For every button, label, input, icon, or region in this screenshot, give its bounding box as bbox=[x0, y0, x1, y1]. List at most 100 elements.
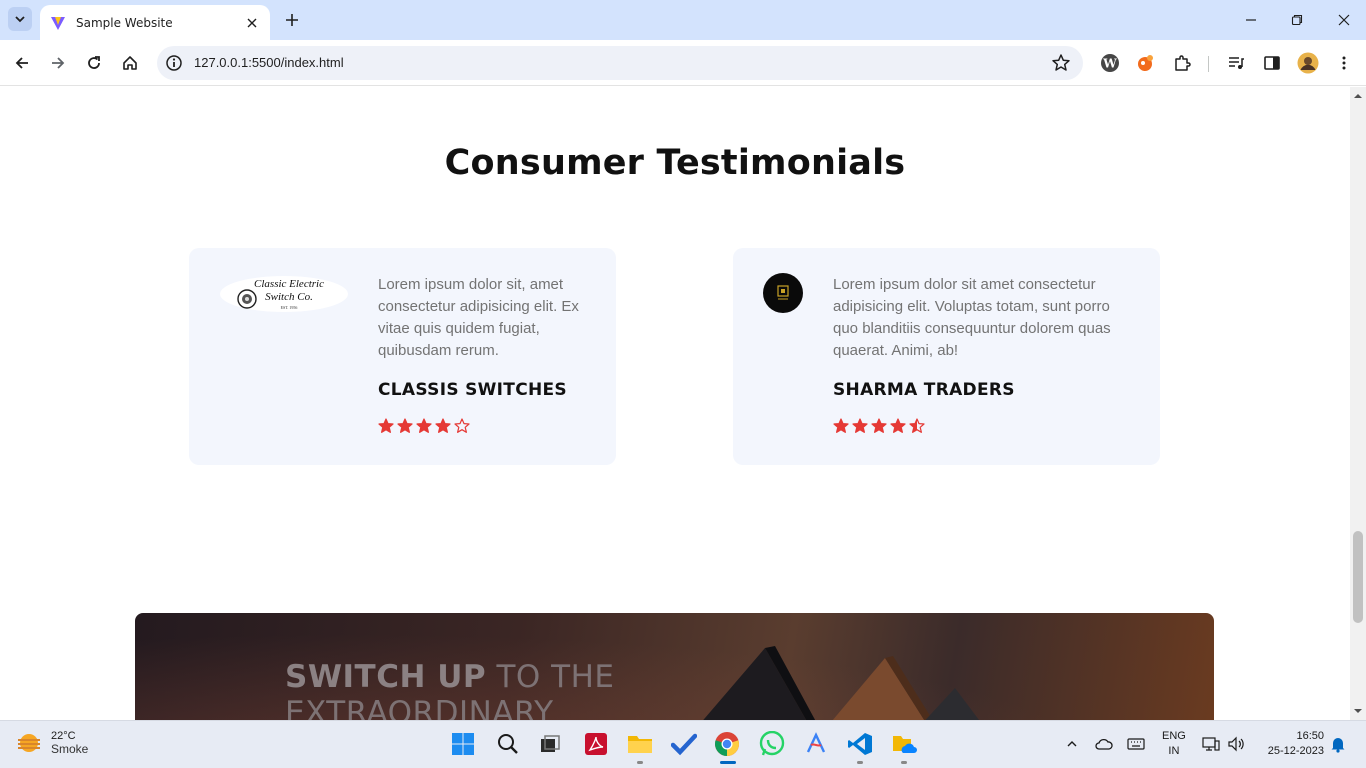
weather-description: Smoke bbox=[51, 742, 89, 756]
network-tray[interactable] bbox=[1202, 735, 1220, 753]
logo-text-line1: Classic Electric bbox=[254, 278, 324, 290]
browser-menu-button[interactable] bbox=[1332, 51, 1356, 75]
new-tab-button[interactable] bbox=[282, 10, 302, 30]
page-scrollbar[interactable] bbox=[1350, 87, 1366, 720]
close-icon bbox=[1338, 14, 1350, 26]
tab-search-button[interactable] bbox=[8, 7, 32, 31]
taskbar-onedrive-folder[interactable] bbox=[889, 729, 919, 764]
testimonial-name: CLASSIS SWITCHES bbox=[378, 380, 567, 400]
keyboard-tray[interactable] bbox=[1127, 735, 1145, 753]
testimonial-card: Classic Electric Switch Co. EST. 1956 Lo… bbox=[189, 248, 616, 465]
active-indicator bbox=[720, 761, 736, 764]
cloud-icon bbox=[1095, 738, 1113, 750]
banner-headline-line2: EXTRAORDINARY bbox=[285, 695, 554, 720]
media-controls-button[interactable] bbox=[1224, 51, 1248, 75]
scrollbar-thumb[interactable] bbox=[1353, 531, 1363, 623]
windows-taskbar: 22°C Smoke ENG IN 16:50 25-12-2023 bbox=[0, 720, 1366, 768]
weather-temperature: 22°C bbox=[51, 730, 76, 742]
reload-button[interactable] bbox=[82, 51, 106, 75]
cloud-folder-icon bbox=[893, 736, 917, 753]
tab-title: Sample Website bbox=[76, 15, 173, 30]
checkmark-icon bbox=[671, 733, 697, 756]
extension-wordpress-button[interactable]: W bbox=[1098, 51, 1122, 75]
testimonial-card: Lorem ipsum dolor sit amet consectetur a… bbox=[733, 248, 1160, 465]
browser-tab[interactable]: Sample Website bbox=[40, 5, 270, 40]
hero-banner: SWITCH UP TO THE EXTRAORDINARY bbox=[135, 613, 1214, 720]
vite-logo-icon bbox=[51, 16, 65, 30]
restore-icon bbox=[1291, 14, 1303, 26]
system-clock[interactable]: 16:50 25-12-2023 bbox=[1258, 729, 1324, 759]
logo-text-line2: Switch Co. bbox=[265, 291, 313, 303]
banner-headline: SWITCH UP TO THE EXTRAORDINARY bbox=[285, 659, 614, 720]
side-panel-icon bbox=[1264, 56, 1280, 70]
close-window-button[interactable] bbox=[1334, 10, 1354, 30]
sharma-traders-logo bbox=[763, 273, 803, 313]
restore-button[interactable] bbox=[1287, 10, 1307, 30]
task-view-button[interactable] bbox=[535, 729, 565, 759]
scroll-down-icon[interactable] bbox=[1353, 706, 1363, 716]
avatar bbox=[1297, 52, 1319, 74]
taskbar-arc-app[interactable] bbox=[801, 729, 831, 759]
banner-headline-bold: SWITCH UP bbox=[285, 659, 487, 695]
haze-sun-icon bbox=[18, 734, 40, 752]
taskbar-chrome[interactable] bbox=[712, 729, 742, 764]
taskbar-file-explorer[interactable] bbox=[625, 729, 655, 764]
close-tab-icon[interactable] bbox=[244, 15, 260, 31]
profile-avatar-button[interactable] bbox=[1296, 51, 1320, 75]
star-half-icon bbox=[909, 418, 925, 433]
side-panel-button[interactable] bbox=[1260, 51, 1284, 75]
running-indicator bbox=[901, 761, 907, 764]
taskbar-vscode[interactable] bbox=[845, 729, 875, 764]
home-button[interactable] bbox=[118, 51, 142, 75]
folder-icon bbox=[628, 736, 652, 753]
switch-panels-image bbox=[703, 646, 979, 720]
lang-region: IN bbox=[1168, 745, 1180, 757]
chevron-down-icon bbox=[15, 16, 25, 23]
bookmark-star-icon[interactable] bbox=[1051, 53, 1071, 73]
page-viewport: Consumer Testimonials Classic Electric S… bbox=[0, 87, 1350, 720]
notifications-button[interactable] bbox=[1329, 735, 1347, 753]
extensions-button[interactable] bbox=[1170, 51, 1194, 75]
back-button[interactable] bbox=[10, 51, 34, 75]
star-full-icon bbox=[416, 418, 432, 433]
section-title: Consumer Testimonials bbox=[444, 143, 906, 183]
star-full-icon bbox=[852, 418, 868, 433]
kebab-menu-icon bbox=[1342, 56, 1346, 70]
start-button[interactable] bbox=[448, 729, 478, 759]
star-full-icon bbox=[378, 418, 394, 433]
show-hidden-icons[interactable] bbox=[1063, 735, 1081, 753]
input-language[interactable]: ENG IN bbox=[1162, 729, 1186, 759]
weather-widget[interactable]: 22°C Smoke bbox=[14, 728, 88, 758]
taskbar-whatsapp[interactable] bbox=[757, 729, 787, 759]
site-info-icon[interactable] bbox=[165, 54, 183, 72]
windows-logo-icon bbox=[452, 733, 474, 755]
taskbar-acrobat[interactable] bbox=[581, 729, 611, 759]
clock-time: 16:50 bbox=[1296, 730, 1324, 742]
star-rating bbox=[378, 418, 470, 434]
address-bar[interactable]: 127.0.0.1:5500/index.html bbox=[157, 46, 1083, 80]
browser-tab-strip: Sample Website bbox=[0, 0, 1366, 40]
star-full-icon bbox=[397, 418, 413, 433]
star-full-icon bbox=[890, 418, 906, 433]
chevron-up-icon bbox=[1067, 741, 1077, 747]
extension-orange-button[interactable] bbox=[1134, 51, 1158, 75]
browser-toolbar: 127.0.0.1:5500/index.html W bbox=[0, 40, 1366, 86]
chrome-icon bbox=[715, 732, 739, 756]
scroll-up-icon[interactable] bbox=[1353, 91, 1363, 101]
taskbar-search-button[interactable] bbox=[493, 729, 523, 759]
reload-icon bbox=[88, 56, 100, 69]
forward-button[interactable] bbox=[46, 51, 70, 75]
minimize-button[interactable] bbox=[1241, 10, 1261, 30]
star-rating bbox=[833, 418, 925, 434]
arc-app-icon bbox=[806, 732, 826, 753]
testimonial-name: SHARMA TRADERS bbox=[833, 380, 1015, 400]
volume-tray[interactable] bbox=[1227, 735, 1245, 753]
classic-electric-logo: Classic Electric Switch Co. EST. 1956 bbox=[220, 276, 348, 312]
lang-code: ENG bbox=[1162, 730, 1186, 742]
onedrive-tray[interactable] bbox=[1095, 735, 1113, 753]
speaker-icon bbox=[1228, 736, 1244, 752]
keyboard-icon bbox=[1127, 738, 1145, 750]
testimonial-text: Lorem ipsum dolor sit amet consectetur a… bbox=[833, 276, 1111, 359]
svg-text:W: W bbox=[1102, 57, 1117, 71]
taskbar-todo[interactable] bbox=[669, 729, 699, 759]
